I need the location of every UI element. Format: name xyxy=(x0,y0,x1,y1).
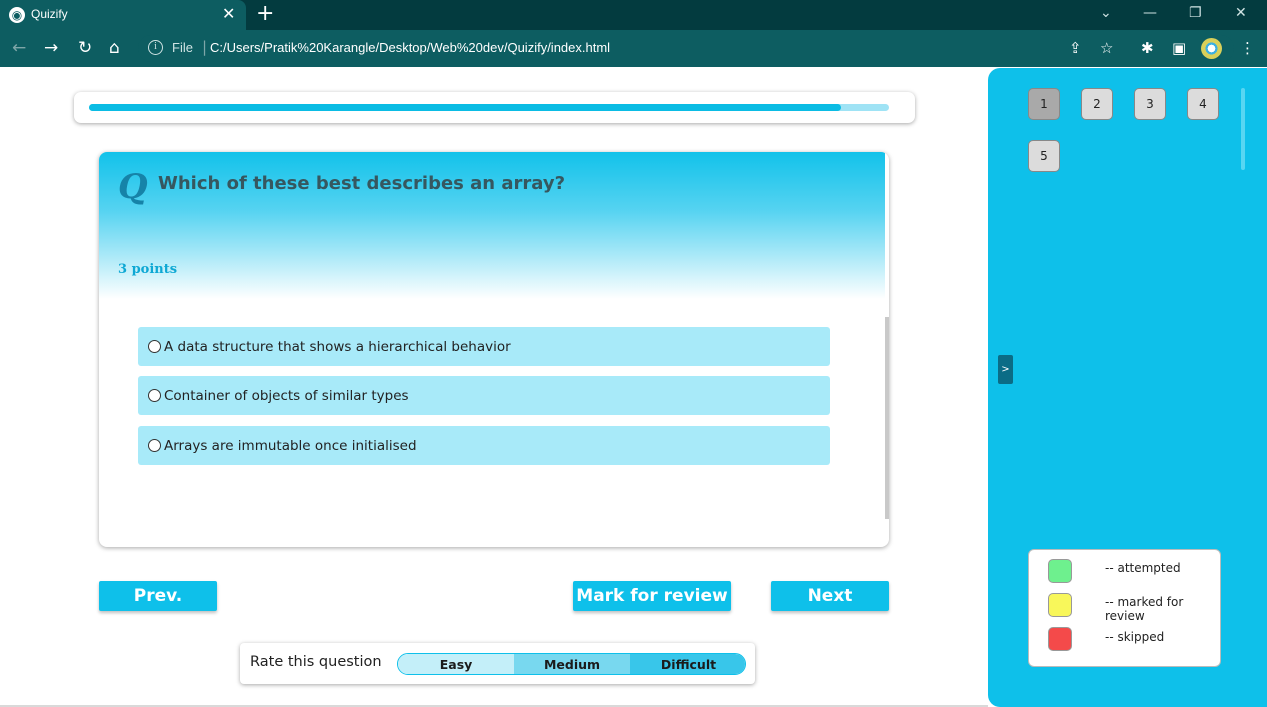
forward-icon[interactable]: → xyxy=(44,38,58,58)
legend-marked: -- marked for review xyxy=(1105,595,1184,623)
panel-toggle-button[interactable]: > xyxy=(998,355,1013,384)
difficulty-medium[interactable]: Medium xyxy=(514,654,630,674)
question-number-2[interactable]: 2 xyxy=(1081,88,1113,120)
bookmark-star-icon[interactable]: ☆ xyxy=(1100,38,1113,58)
tab-title: Quizify xyxy=(31,7,68,21)
tab-search-icon[interactable]: ⌄ xyxy=(1100,3,1112,23)
browser-menu-icon[interactable]: ⋮ xyxy=(1240,38,1255,58)
skipped-swatch xyxy=(1048,627,1072,651)
address-separator: | xyxy=(202,38,208,56)
progress-fill xyxy=(89,104,841,111)
difficulty-easy[interactable]: Easy xyxy=(398,654,514,674)
q-logo-icon: Q xyxy=(118,167,148,207)
browser-toolbar: ← → ↻ ⌂ i File | C:/Users/Pratik%20Karan… xyxy=(0,30,1267,67)
new-tab-button[interactable]: + xyxy=(256,2,274,26)
reload-icon[interactable]: ↻ xyxy=(78,38,92,58)
close-tab-icon[interactable]: ✕ xyxy=(222,4,235,24)
site-info-icon[interactable]: i xyxy=(148,40,163,55)
question-nav-panel: 1 2 3 4 5 > -- attempted -- marked for r… xyxy=(988,68,1267,707)
quiz-page: Q Which of these best describes an array… xyxy=(0,67,1267,707)
answer-option[interactable]: Arrays are immutable once initialised xyxy=(138,426,830,465)
next-button[interactable]: Next xyxy=(771,581,889,611)
status-legend: -- attempted -- marked for review -- ski… xyxy=(1028,549,1221,667)
minimize-button[interactable]: — xyxy=(1143,3,1157,23)
option-label: Arrays are immutable once initialised xyxy=(164,438,417,454)
radio-button[interactable] xyxy=(148,340,161,353)
home-icon[interactable]: ⌂ xyxy=(109,38,120,58)
radio-button[interactable] xyxy=(148,389,161,402)
question-card: Q Which of these best describes an array… xyxy=(99,152,889,547)
radio-button[interactable] xyxy=(148,439,161,452)
url-text[interactable]: C:/Users/Pratik%20Karangle/Desktop/Web%2… xyxy=(210,40,610,55)
option-label: Container of objects of similar types xyxy=(164,388,409,404)
question-header: Q Which of these best describes an array… xyxy=(99,152,885,299)
difficulty-selector: Easy Medium Difficult xyxy=(397,653,746,675)
side-panel-icon[interactable]: ▣ xyxy=(1172,38,1186,58)
rating-card: Rate this question Easy Medium Difficult xyxy=(240,643,755,684)
question-number-4[interactable]: 4 xyxy=(1187,88,1219,120)
browser-tab-strip: ◉ Quizify ✕ + ⌄ — ❐ ✕ xyxy=(0,0,1267,30)
question-number-5[interactable]: 5 xyxy=(1028,140,1060,172)
progress-card xyxy=(74,92,915,123)
question-scrollbar[interactable] xyxy=(885,317,889,519)
difficulty-difficult[interactable]: Difficult xyxy=(630,654,745,674)
legend-skipped: -- skipped xyxy=(1105,630,1165,644)
globe-icon: ◉ xyxy=(9,7,25,23)
restore-button[interactable]: ❐ xyxy=(1189,3,1202,23)
share-icon[interactable]: ⇪ xyxy=(1069,38,1082,58)
question-number-1[interactable]: 1 xyxy=(1028,88,1060,120)
profile-avatar[interactable] xyxy=(1201,38,1222,59)
close-window-button[interactable]: ✕ xyxy=(1235,3,1247,23)
panel-scrollbar[interactable] xyxy=(1241,88,1245,170)
progress-track xyxy=(89,104,889,111)
marked-swatch xyxy=(1048,593,1072,617)
rating-label: Rate this question xyxy=(250,654,382,670)
extensions-icon[interactable]: ✱ xyxy=(1141,38,1154,58)
question-points: 3 points xyxy=(118,262,178,277)
prev-button[interactable]: Prev. xyxy=(99,581,217,611)
answer-option[interactable]: A data structure that shows a hierarchic… xyxy=(138,327,830,366)
back-icon[interactable]: ← xyxy=(12,38,26,58)
legend-attempted: -- attempted xyxy=(1105,561,1181,575)
option-label: A data structure that shows a hierarchic… xyxy=(164,339,511,355)
browser-tab[interactable]: ◉ Quizify ✕ xyxy=(0,0,246,30)
question-number-3[interactable]: 3 xyxy=(1134,88,1166,120)
question-text: Which of these best describes an array? xyxy=(158,173,566,194)
attempted-swatch xyxy=(1048,559,1072,583)
scheme-label: File xyxy=(172,40,193,55)
mark-for-review-button[interactable]: Mark for review xyxy=(573,581,731,611)
answer-option[interactable]: Container of objects of similar types xyxy=(138,376,830,415)
